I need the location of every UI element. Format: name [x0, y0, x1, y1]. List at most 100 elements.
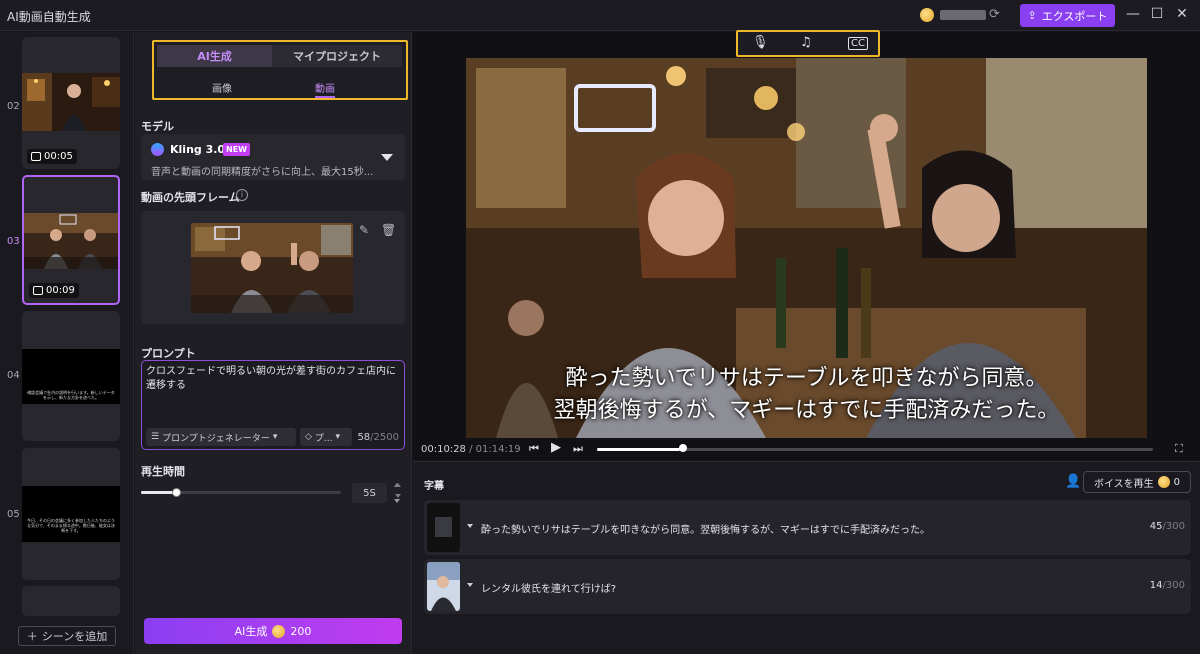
first-frame-label: 動画の先頭フレーム [141, 191, 240, 204]
scene-item[interactable]: 05 今日、その日の会議に多く参加した人たちのような気分で、そのまま帰る途中。数… [0, 448, 134, 580]
scroll-up-icon[interactable] [395, 483, 401, 487]
generation-settings-panel: AI生成 マイプロジェクト 画像 動画 モデル Kling 3.0 NEW 音声… [135, 32, 412, 654]
scene-thumbnail: 今日、その日の会議に多く参加した人たちのような気分で、そのまま帰る途中。数日後、… [22, 486, 120, 542]
export-label: エクスポート [1041, 9, 1108, 23]
close-icon[interactable]: ✕ [1173, 6, 1191, 22]
tab-ai-generate[interactable]: AI生成 [157, 45, 272, 67]
credit-balance[interactable] [920, 7, 986, 23]
duration-label: 再生時間 [141, 465, 185, 478]
scene-number: 02 [7, 101, 20, 112]
coin-icon [920, 8, 934, 22]
duration-slider-handle[interactable] [172, 488, 181, 497]
scene-list: 02 00:05 03 00:09 04 確認会議で社内の説明を行います。新しい… [0, 32, 134, 654]
duration-value[interactable]: 5S [352, 483, 387, 503]
subtitle-line-2: 翌朝後悔するが、マギーはすでに手配済みだった。 [553, 398, 1060, 423]
maximize-icon[interactable]: ☐ [1148, 6, 1166, 22]
chevron-down-icon[interactable] [394, 499, 400, 503]
app-title: AI動画自動生成 [7, 10, 91, 24]
scene-duration: 00:05 [27, 149, 77, 164]
scene-card[interactable]: 確認会議で社内の説明を行います。新しいデータを示し、新たな方針を述べた。 [22, 311, 120, 441]
scene-thumbnail [22, 73, 120, 131]
previous-icon[interactable]: ⏮ [529, 442, 539, 456]
scene-number: 04 [7, 370, 20, 381]
voice-user-icon[interactable]: 👤 [1065, 474, 1081, 489]
new-badge: NEW [223, 143, 250, 156]
chevron-down-icon[interactable] [467, 583, 473, 587]
edit-icon[interactable]: ✎ [359, 223, 369, 237]
scene-caption: 確認会議で社内の説明を行います。新しいデータを示し、新たな方針を述べた。 [27, 390, 115, 400]
microphone-icon[interactable]: 🎙 [752, 35, 769, 50]
video-preview-area: 🎙 ♫ CC 酔った勢いでリサはテーブルを叩きながら同意。 翌朝後悔するが、マギ… [413, 30, 1200, 460]
first-frame-box: ✎ 🗑 [141, 211, 405, 324]
prompt-char-count: 58/2500 [357, 432, 399, 443]
mode-selector: AI生成 マイプロジェクト 画像 動画 [152, 40, 408, 100]
music-icon[interactable]: ♫ [800, 35, 812, 50]
seek-bar-handle[interactable] [679, 444, 687, 452]
coin-icon [272, 624, 286, 638]
prompt-label: プロンプト [141, 347, 196, 360]
play-icon[interactable]: ▶ [551, 440, 561, 455]
scene-duration: 00:09 [29, 283, 79, 298]
caption-char-count: 45/300 [1149, 521, 1185, 532]
model-label: モデル [141, 120, 174, 133]
caption-char-count: 14/300 [1149, 580, 1185, 591]
duration-slider[interactable] [141, 491, 341, 494]
caption-text[interactable]: レンタル彼氏を連れて行けば? [481, 580, 616, 595]
chevron-down-icon: ▾ [272, 432, 278, 442]
model-select[interactable]: Kling 3.0 NEW 音声と動画の同期精度がさらに向上、最大15秒... [141, 134, 405, 180]
image-icon [31, 152, 41, 161]
prompt-generator-button[interactable]: ☰ プロンプトジェネレーター ▾ [146, 428, 296, 446]
scene-number: 05 [7, 509, 20, 520]
upload-icon: ⇪ [1027, 9, 1037, 22]
refresh-icon[interactable]: ⟳ [989, 7, 1000, 22]
scene-item[interactable]: 03 00:09 [0, 175, 134, 305]
add-scene-button[interactable]: ＋ シーンを追加 [18, 626, 116, 646]
chevron-down-icon [381, 154, 393, 161]
tab-my-projects[interactable]: マイプロジェクト [272, 45, 402, 67]
scene-item[interactable]: 04 確認会議で社内の説明を行います。新しいデータを示し、新たな方針を述べた。 [0, 311, 134, 441]
export-button[interactable]: ⇪ エクスポート [1020, 4, 1115, 27]
fullscreen-icon[interactable]: ⛶ [1175, 442, 1183, 456]
scene-card-active[interactable]: 00:09 [22, 175, 120, 305]
scroll-down-icon[interactable] [395, 494, 401, 498]
scene-card[interactable]: 00:05 [22, 37, 120, 169]
coin-icon [1157, 476, 1170, 488]
plus-icon: ＋ [26, 630, 38, 643]
tag-icon: ◇ [305, 432, 312, 442]
caption-row[interactable]: レンタル彼氏を連れて行けば? 14/300 [424, 559, 1191, 614]
list-icon: ☰ [151, 432, 160, 442]
prompt-style-select[interactable]: ◇ プ... ▾ [300, 428, 352, 446]
title-bar: AI動画自動生成 ⟳ ⇪ エクスポート — ☐ ✕ [0, 0, 1200, 31]
preview-toolbar: 🎙 ♫ CC [736, 30, 880, 57]
subtab-image[interactable]: 画像 [212, 80, 232, 95]
scene-card[interactable]: 今日、その日の会議に多く参加した人たちのような気分で、そのまま帰る途中。数日後、… [22, 448, 120, 580]
prompt-text[interactable]: クロスフェードで明るい朝の光が差す街のカフェ店内に遷移する [146, 365, 402, 393]
next-icon[interactable]: ⏭ [573, 442, 583, 456]
prompt-textarea[interactable]: クロスフェードで明るい朝の光が差す街のカフェ店内に遷移する ☰ プロンプトジェネ… [141, 360, 405, 450]
chevron-down-icon: ▾ [335, 432, 341, 442]
caption-text[interactable]: 酔った勢いでリサはテーブルを叩きながら同意。翌朝後悔するが、マギーはすでに手配済… [481, 521, 930, 536]
closed-caption-icon[interactable]: CC [848, 37, 868, 50]
scene-card[interactable] [22, 586, 120, 616]
first-frame-image[interactable] [191, 223, 353, 313]
model-description: 音声と動画の同期精度がさらに向上、最大15秒... [151, 167, 374, 178]
kling-logo-icon [151, 143, 164, 156]
scene-number: 03 [7, 236, 20, 247]
caption-thumbnail [427, 503, 460, 552]
chevron-down-icon[interactable] [467, 524, 473, 528]
ai-generate-button[interactable]: AI生成 200 [144, 618, 402, 644]
model-name: Kling 3.0 [170, 143, 226, 156]
scene-thumbnail [24, 213, 118, 269]
video-player[interactable]: 酔った勢いでリサはテーブルを叩きながら同意。 翌朝後悔するが、マギーはすでに手配… [466, 58, 1147, 438]
info-icon[interactable]: i [236, 189, 248, 201]
scene-item[interactable]: 02 00:05 [0, 37, 134, 169]
caption-row[interactable]: 酔った勢いでリサはテーブルを叩きながら同意。翌朝後悔するが、マギーはすでに手配済… [424, 500, 1191, 555]
captions-panel: 字幕 👤 ボイスを再生 0 酔った勢いでリサはテーブルを叩きながら同意。翌朝後悔… [413, 461, 1200, 654]
play-voice-button[interactable]: ボイスを再生 0 [1083, 471, 1191, 493]
scene-thumbnail: 確認会議で社内の説明を行います。新しいデータを示し、新たな方針を述べた。 [22, 349, 120, 404]
subtab-video[interactable]: 動画 [315, 80, 335, 98]
minimize-icon[interactable]: — [1124, 6, 1142, 22]
credit-amount-redacted [940, 10, 986, 20]
playback-time: 00:10:28 / 01:14:19 [421, 444, 521, 455]
trash-icon[interactable]: 🗑 [381, 223, 396, 237]
